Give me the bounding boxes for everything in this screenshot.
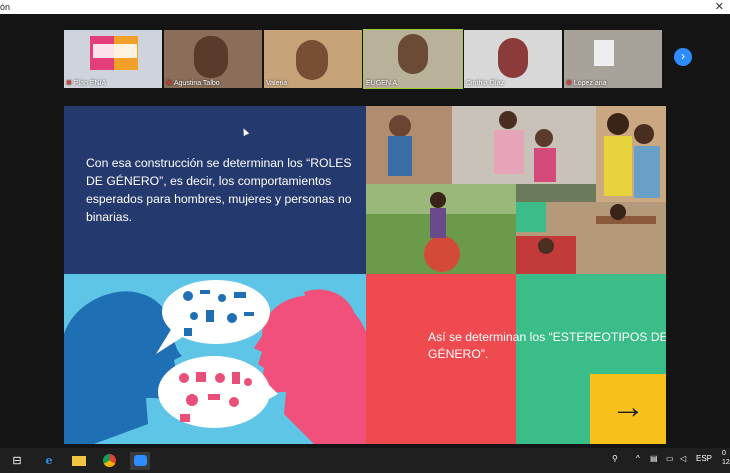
participant-name-label: Valeria bbox=[266, 80, 288, 87]
volume-icon[interactable]: ◁ bbox=[680, 454, 686, 463]
mic-muted-icon: ✖ bbox=[166, 80, 172, 87]
participant-tile[interactable]: ✖ Agustina Talbo bbox=[164, 30, 262, 88]
participant-tile[interactable]: ✖ Plan ENIA bbox=[64, 30, 162, 88]
window-title-bar: ón ✕ bbox=[0, 0, 730, 14]
input-language[interactable]: ESP bbox=[696, 454, 712, 463]
next-slide-arrow-button[interactable]: → bbox=[590, 374, 666, 444]
participant-video bbox=[398, 34, 428, 74]
participant-tile[interactable]: EUGEN A bbox=[363, 29, 463, 89]
participant-video bbox=[594, 40, 614, 66]
gender-dialogue-illustration bbox=[64, 280, 366, 444]
system-clock[interactable]: 0 12/1 bbox=[722, 449, 730, 467]
participant-tile[interactable]: ✖ López ana bbox=[564, 30, 662, 88]
edge-browser-icon[interactable]: e bbox=[40, 452, 58, 470]
participant-video bbox=[498, 38, 528, 78]
network-icon[interactable]: ▤ bbox=[650, 454, 658, 463]
meeting-stage: ✖ Plan ENIA ✖ Agustina Talbo Valeria EUGEN… bbox=[0, 14, 730, 448]
zoom-app-icon[interactable] bbox=[130, 452, 150, 470]
participant-video bbox=[296, 40, 328, 80]
participant-tile[interactable]: Valeria bbox=[264, 30, 362, 88]
file-explorer-icon[interactable] bbox=[70, 452, 88, 470]
families-photo-collage bbox=[366, 106, 666, 274]
mic-muted-icon: ✖ bbox=[566, 80, 572, 87]
participant-name-label: ✖ López ana bbox=[566, 80, 607, 87]
chevron-right-icon: › bbox=[681, 49, 685, 63]
enia-logo bbox=[90, 36, 138, 70]
mic-muted-icon: ✖ bbox=[66, 80, 72, 87]
participant-name-label: EUGEN A bbox=[366, 80, 398, 87]
participant-strip: ✖ Plan ENIA ✖ Agustina Talbo Valeria EUGEN… bbox=[64, 29, 664, 89]
windows-taskbar: ⊟ e ⚲ ^ ▤ ▭ ◁ ESP 0 12/1 bbox=[0, 448, 730, 473]
clock-time: 0 bbox=[722, 450, 726, 457]
arrow-right-icon: → bbox=[611, 388, 645, 426]
people-icon[interactable]: ⚲ bbox=[612, 454, 618, 463]
chevron-up-icon[interactable]: ^ bbox=[636, 454, 640, 463]
next-participants-button[interactable]: › bbox=[674, 48, 692, 66]
window-title: ón bbox=[0, 2, 11, 12]
display-icon[interactable]: ▭ bbox=[666, 454, 674, 463]
participant-tile[interactable]: Cinthia Díaz bbox=[464, 30, 562, 88]
roles-panel: Con esa construcción se determinan los “… bbox=[64, 106, 366, 274]
cursor-icon bbox=[240, 127, 250, 136]
photo-collage-image bbox=[366, 106, 666, 274]
clock-date: 12/1 bbox=[722, 459, 730, 466]
stereotypes-text: Así se determinan los “ESTEREOTIPOS DE G… bbox=[428, 330, 666, 361]
participant-name-label: ✖ Plan ENIA bbox=[66, 80, 107, 87]
dialogue-illustration-panel bbox=[64, 274, 366, 444]
participant-name-label: ✖ Agustina Talbo bbox=[166, 80, 220, 87]
participant-name-label: Cinthia Díaz bbox=[466, 80, 505, 87]
participant-video bbox=[194, 36, 228, 78]
roles-text: Con esa construcción se determinan los “… bbox=[86, 156, 352, 224]
close-icon[interactable]: ✕ bbox=[715, 0, 724, 14]
task-view-icon[interactable]: ⊟ bbox=[8, 452, 26, 470]
chrome-icon[interactable] bbox=[100, 452, 118, 470]
shared-slide: Con esa construcción se determinan los “… bbox=[64, 106, 666, 444]
